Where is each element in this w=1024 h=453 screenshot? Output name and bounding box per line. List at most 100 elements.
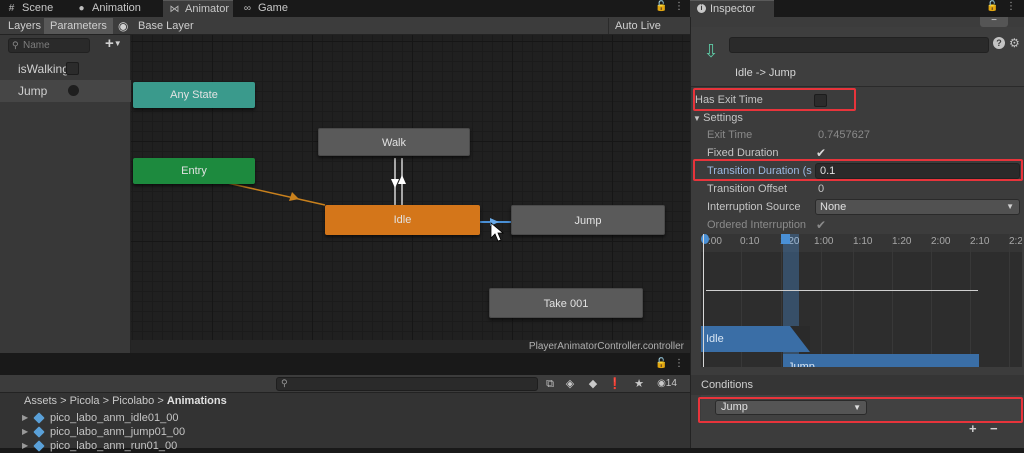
animator-icon: ⋈: [169, 4, 180, 15]
auto-live-link-button[interactable]: Auto Live Link: [608, 18, 690, 48]
hash-icon: #: [8, 3, 15, 14]
chevron-down-icon: ▼: [1006, 202, 1014, 211]
play-circle-icon: ●: [78, 3, 85, 14]
interruption-source-row: Interruption Source None ▼: [691, 198, 1024, 216]
breadcrumb: Assets > Picola > Picolabo > Animations: [24, 395, 227, 407]
remove-transition-button[interactable]: −: [980, 16, 1008, 27]
project-search-input[interactable]: ⚲: [276, 377, 538, 391]
timeline-curve: [706, 290, 978, 291]
arrow-head: [398, 175, 406, 184]
editor-tab-bar: # Scene ● Animation ⋈ Animator ∞ Game 🔓 …: [0, 0, 690, 17]
timeline-tick: 1:10: [853, 236, 873, 247]
expand-arrow-icon[interactable]: ▶: [22, 411, 28, 425]
chevron-down-icon: ▼: [693, 114, 704, 123]
model-icon: [33, 426, 45, 438]
transition-icon: ⇩: [703, 41, 719, 61]
breadcrumb-picola[interactable]: Picola: [70, 395, 100, 407]
list-item[interactable]: ▶ pico_labo_anm_idle01_00: [22, 411, 178, 425]
expand-arrow-icon[interactable]: ▶: [22, 425, 28, 439]
project-tab-bar: 🔓 ⋮: [0, 353, 690, 375]
gamepad-icon: ∞: [243, 3, 252, 14]
highlight-box: [693, 159, 1023, 181]
highlight-box: [693, 88, 856, 111]
timeline-tick: :00: [708, 236, 722, 247]
breadcrumb-base-layer[interactable]: Base Layer: [132, 18, 200, 34]
state-take-001[interactable]: Take 001: [489, 288, 643, 318]
help-icon[interactable]: ?: [993, 37, 1005, 49]
info-icon: i: [697, 4, 706, 13]
interruption-source-dropdown[interactable]: None ▼: [815, 199, 1020, 215]
inspector-tab-bar: i Inspector 🔓 ⋮: [690, 0, 1024, 17]
highlight-box: [698, 397, 1023, 423]
ordered-interruption-checkbox[interactable]: ✔: [816, 216, 826, 234]
more-menu-icon[interactable]: ⋮: [674, 1, 684, 12]
timeline-jump-clip[interactable]: Jump: [783, 354, 979, 367]
state-idle[interactable]: Idle: [325, 205, 480, 235]
tab-game[interactable]: ∞ Game: [236, 0, 296, 17]
parameter-row[interactable]: isWalking: [0, 58, 131, 80]
gear-icon[interactable]: ⚙: [1009, 36, 1020, 50]
parameters-tab[interactable]: Parameters: [44, 18, 113, 34]
lock-icon[interactable]: 🔓: [986, 1, 998, 12]
tab-inspector[interactable]: i Inspector: [690, 0, 774, 17]
settings-foldout[interactable]: ▼ Settings: [691, 109, 1024, 127]
project-toolbar: ⚲ ⧉ ◈ ◆ ❗ ★ ◉14: [0, 375, 690, 393]
eye-icon: ◉: [657, 378, 666, 389]
project-browser: Assets > Picola > Picolabo > Animations …: [0, 393, 690, 452]
state-entry[interactable]: Entry: [133, 158, 255, 184]
add-condition-button[interactable]: +: [969, 421, 977, 436]
model-icon: [33, 440, 45, 452]
exit-time-value: 0.7457627: [818, 129, 870, 141]
animator-graph[interactable]: Any State Entry Walk Idle Jump Take 001 …: [131, 35, 690, 353]
remove-condition-button[interactable]: −: [990, 421, 998, 436]
parameter-search-input[interactable]: ⚲ Name: [8, 38, 90, 53]
list-item[interactable]: ▶ pico_labo_anm_jump01_00: [22, 425, 185, 439]
lock-icon[interactable]: 🔓: [655, 358, 667, 369]
search-icon: ⚲: [12, 40, 19, 50]
layers-tab[interactable]: Layers: [2, 18, 47, 34]
tab-scene[interactable]: # Scene: [0, 0, 62, 17]
more-menu-icon[interactable]: ⋮: [1006, 1, 1016, 12]
tick-line: [821, 234, 822, 367]
breadcrumb-assets[interactable]: Assets: [24, 395, 57, 407]
timeline-playhead[interactable]: [703, 234, 704, 367]
breadcrumb-animations[interactable]: Animations: [167, 395, 227, 407]
list-item[interactable]: ▶ pico_labo_anm_run01_00: [22, 439, 177, 453]
state-walk[interactable]: Walk: [318, 128, 470, 156]
transition-name-input[interactable]: [729, 37, 989, 53]
arrow-head: [391, 179, 399, 188]
breadcrumb-picolabo[interactable]: Picolabo: [112, 395, 154, 407]
transition-start-handle[interactable]: [781, 234, 790, 244]
controller-path-label: PlayerAnimatorController.controller: [131, 340, 690, 353]
exit-time-row: Exit Time 0.7457627: [691, 126, 1024, 144]
scene-search-icon[interactable]: ⧉: [543, 377, 557, 391]
add-parameter-button[interactable]: +▼: [105, 36, 122, 51]
timeline-tick: 2:00: [931, 236, 951, 247]
transition-offset-row: Transition Offset 0: [691, 180, 1024, 198]
timeline-tick: 2:10: [970, 236, 990, 247]
parameters-panel: ⚲ Name +▼ isWalking Jump: [0, 35, 131, 353]
state-jump[interactable]: Jump: [511, 205, 665, 235]
expand-arrow-icon[interactable]: ▶: [22, 439, 28, 453]
filter-by-label-icon[interactable]: ◆: [586, 377, 600, 391]
transition-timeline[interactable]: :00 0:10 1:20 1:00 1:10 1:20 2:00 2:10 2…: [701, 234, 1022, 367]
timeline-tick: 2:20: [1009, 236, 1022, 247]
info-icon[interactable]: ❗: [608, 377, 622, 391]
filter-by-type-icon[interactable]: ◈: [563, 377, 577, 391]
tab-animator[interactable]: ⋈ Animator: [163, 0, 233, 17]
visible-count: ◉14: [657, 378, 677, 389]
parameter-trigger-radio[interactable]: [68, 85, 79, 96]
chevron-down-icon: ▼: [113, 39, 122, 49]
state-any-state[interactable]: Any State: [133, 82, 255, 108]
tick-line: [931, 234, 932, 367]
parameter-row[interactable]: Jump: [0, 80, 131, 102]
lock-icon[interactable]: 🔓: [655, 1, 667, 12]
favorite-star-icon[interactable]: ★: [632, 377, 646, 391]
more-menu-icon[interactable]: ⋮: [674, 358, 684, 369]
tab-animation[interactable]: ● Animation: [70, 0, 160, 17]
conditions-header: Conditions: [691, 375, 1024, 395]
search-icon: ⚲: [281, 378, 288, 388]
transition-offset-value[interactable]: 0: [818, 180, 824, 198]
parameter-bool-checkbox[interactable]: [66, 62, 79, 75]
arrow-head: [289, 192, 299, 201]
